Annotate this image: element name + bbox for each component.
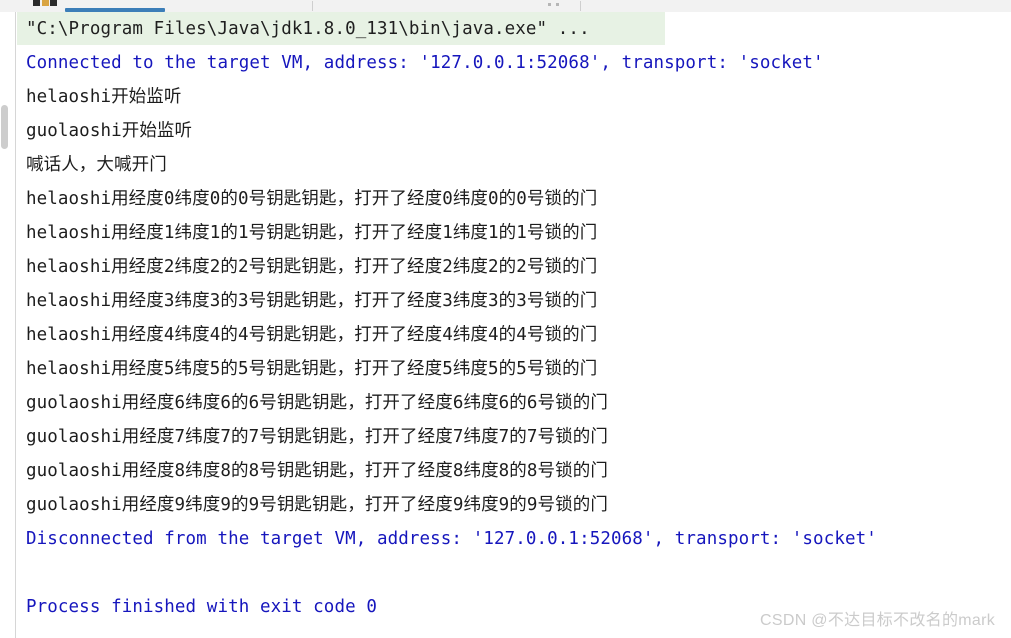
console-line-out-8[interactable]: helaoshi用经度4纬度4的4号钥匙钥匙，打开了经度4纬度4的4号锁的门 [26,318,1011,352]
console-output-lines[interactable]: "C:\Program Files\Java\jdk1.8.0_131\bin\… [26,12,1011,624]
console-line-out-7[interactable]: helaoshi用经度3纬度3的3号钥匙钥匙，打开了经度3纬度3的3号锁的门 [26,284,1011,318]
console-line-out-4[interactable]: helaoshi用经度0纬度0的0号钥匙钥匙，打开了经度0纬度0的0号锁的门 [26,182,1011,216]
console-line-connected[interactable]: Connected to the target VM, address: '12… [26,46,1011,80]
warning-icon [42,0,49,6]
run-tool-window-tab-strip[interactable] [0,0,1011,12]
console-line-spacer[interactable] [26,556,1011,590]
console-vertical-scrollbar[interactable] [1,105,8,149]
more-options-dot-2[interactable] [556,3,559,6]
toolbar-separator-right [580,1,581,11]
run-console-panel[interactable]: "C:\Program Files\Java\jdk1.8.0_131\bin\… [0,12,1011,638]
console-line-out-10[interactable]: guolaoshi用经度6纬度6的6号钥匙钥匙，打开了经度6纬度6的6号锁的门 [26,386,1011,420]
console-line-out-13[interactable]: guolaoshi用经度9纬度9的9号钥匙钥匙，打开了经度9纬度9的9号锁的门 [26,488,1011,522]
console-line-out-12[interactable]: guolaoshi用经度8纬度8的8号钥匙钥匙，打开了经度8纬度8的8号锁的门 [26,454,1011,488]
console-line-out-1[interactable]: helaoshi开始监听 [26,80,1011,114]
console-line-out-5[interactable]: helaoshi用经度1纬度1的1号钥匙钥匙，打开了经度1纬度1的1号锁的门 [26,216,1011,250]
console-line-out-2[interactable]: guolaoshi开始监听 [26,114,1011,148]
more-options-dot-1[interactable] [548,3,551,6]
console-gutter-divider [15,12,16,638]
console-line-out-9[interactable]: helaoshi用经度5纬度5的5号钥匙钥匙，打开了经度5纬度5的5号锁的门 [26,352,1011,386]
csdn-watermark: CSDN @不达目标不改名的mark [760,612,995,629]
console-line-out-11[interactable]: guolaoshi用经度7纬度7的7号钥匙钥匙，打开了经度7纬度7的7号锁的门 [26,420,1011,454]
console-line-cmd[interactable]: "C:\Program Files\Java\jdk1.8.0_131\bin\… [26,12,1011,46]
console-line-out-6[interactable]: helaoshi用经度2纬度2的2号钥匙钥匙，打开了经度2纬度2的2号锁的门 [26,250,1011,284]
debug-icon[interactable] [50,0,57,6]
console-line-disconnected[interactable]: Disconnected from the target VM, address… [26,522,1011,556]
console-line-out-3[interactable]: 喊话人，大喊开门 [26,148,1011,182]
toolbar-separator-left [312,1,313,11]
run-icon[interactable] [33,0,40,6]
